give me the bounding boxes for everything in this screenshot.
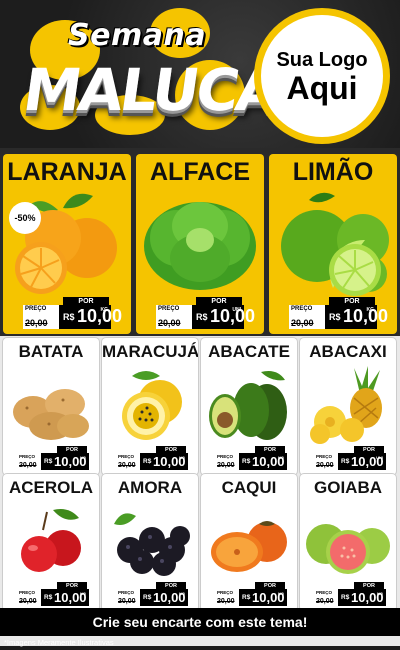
product-name: CAQUI xyxy=(221,478,277,497)
product-card-abacaxi[interactable]: ABACAXI POR PREÇO 20,00 R$ 10,00 UNI xyxy=(300,338,396,475)
header: Semana MALUCA Sua Logo Aqui xyxy=(0,0,400,150)
product-name: BATATA xyxy=(18,342,84,361)
price-unit: KG xyxy=(179,455,185,460)
price-tag: PREÇO 20,00 R$ 10,00 KG xyxy=(314,589,386,606)
logo-placeholder: Sua Logo Aqui xyxy=(254,8,390,144)
old-price: 20,00 xyxy=(118,462,136,469)
price-unit: KG xyxy=(80,455,86,460)
product-card-limao[interactable]: LIMÃO POR PREÇO 20,00 R$ 10,00 KG xyxy=(269,154,397,334)
blackberry-icon xyxy=(102,500,198,582)
product-card-laranja[interactable]: LARANJA -50% POR PREÇO 20,00 R$ 10,00 KG xyxy=(3,154,131,334)
price-unit: KG xyxy=(100,307,109,313)
old-price: 20,00 xyxy=(217,598,235,605)
old-price: 20,00 xyxy=(118,598,136,605)
pineapple-icon xyxy=(300,364,396,446)
old-price: 20,00 xyxy=(25,318,48,328)
logo-line2: Aqui xyxy=(286,69,358,106)
price-tag: PREÇO 20,00 R$ 10,00 KG xyxy=(23,305,123,329)
product-card-maracuja[interactable]: MARACUJÁ POR PREÇO 20,00 R$ 10,00 KG xyxy=(102,338,198,475)
price-tag: PREÇO 20,00 R$ 10,00 UNI xyxy=(156,305,256,329)
price-unit: KG xyxy=(278,455,284,460)
price-tag: PREÇO 20,00 R$ 10,00 KG xyxy=(215,589,287,606)
product-card-abacate[interactable]: ABACATE POR PREÇO 20,00 R$ 10,00 KG xyxy=(201,338,297,475)
price-unit: UNI xyxy=(232,307,241,313)
product-name: ALFACE xyxy=(150,158,250,186)
price-tag: PREÇO 20,00 R$ 10,00 KG xyxy=(289,305,389,329)
product-name: GOIABA xyxy=(314,478,382,497)
price-unit: KG xyxy=(179,591,185,596)
title-top: Semana xyxy=(68,18,207,53)
product-card-batata[interactable]: BATATA POR PREÇO 20,00 R$ 10,00 KG xyxy=(3,338,99,475)
old-price: 20,00 xyxy=(316,598,334,605)
price-unit: KG xyxy=(80,591,86,596)
acerola-icon xyxy=(3,500,99,582)
product-card-acerola[interactable]: ACEROLA POR PREÇO 20,00 R$ 10,00 KG xyxy=(3,474,99,611)
old-price: 20,00 xyxy=(316,462,334,469)
product-name: LIMÃO xyxy=(292,158,374,186)
campaign-title: Semana MALUCA xyxy=(18,14,283,139)
old-price: 20,00 xyxy=(217,462,235,469)
product-name: ABACATE xyxy=(208,342,290,361)
price-tag: PREÇO 20,00 R$ 10,00 UNI xyxy=(314,453,386,470)
price-unit: KG xyxy=(366,307,375,313)
price-tag: PREÇO 20,00 R$ 10,00 KG xyxy=(17,589,89,606)
discount-badge: -50% xyxy=(9,202,41,234)
product-card-alface[interactable]: ALFACE POR PREÇO 20,00 R$ 10,00 UNI xyxy=(136,154,264,334)
lettuce-icon xyxy=(136,188,264,296)
product-name: AMORA xyxy=(117,478,183,497)
product-card-goiaba[interactable]: GOIABA POR PREÇO 20,00 R$ 10,00 KG xyxy=(300,474,396,611)
old-price: 20,00 xyxy=(291,318,314,328)
disclaimer: *Imagens Meramente Ilustrativas xyxy=(4,638,114,647)
logo-line1: Sua Logo xyxy=(276,48,368,71)
old-price: 20,00 xyxy=(19,462,37,469)
product-name: ABACAXI xyxy=(309,342,387,361)
old-price: 20,00 xyxy=(19,598,37,605)
product-name: ACEROLA xyxy=(8,478,94,497)
persimmon-icon xyxy=(201,500,297,582)
guava-icon xyxy=(300,500,396,582)
price-tag: PREÇO 20,00 R$ 10,00 KG xyxy=(17,453,89,470)
passion-fruit-icon xyxy=(102,364,198,446)
price-tag: PREÇO 20,00 R$ 10,00 KG xyxy=(215,453,287,470)
title-main: MALUCA xyxy=(19,56,283,124)
old-price: 20,00 xyxy=(158,318,181,328)
cta-banner[interactable]: Crie seu encarte com este tema! xyxy=(0,608,400,636)
product-card-amora[interactable]: AMORA POR PREÇO 20,00 R$ 10,00 KG xyxy=(102,474,198,611)
lime-icon xyxy=(269,188,397,296)
price-unit: UNI xyxy=(376,455,383,460)
product-name: LARANJA xyxy=(7,158,127,186)
potato-icon xyxy=(3,364,99,446)
price-unit: KG xyxy=(278,591,284,596)
avocado-icon xyxy=(201,364,297,446)
product-name: MARACUJÁ xyxy=(102,342,198,361)
price-unit: KG xyxy=(377,591,383,596)
price-tag: PREÇO 20,00 R$ 10,00 KG xyxy=(116,589,188,606)
price-tag: PREÇO 20,00 R$ 10,00 KG xyxy=(116,453,188,470)
product-card-caqui[interactable]: CAQUI POR PREÇO 20,00 R$ 10,00 KG xyxy=(201,474,297,611)
